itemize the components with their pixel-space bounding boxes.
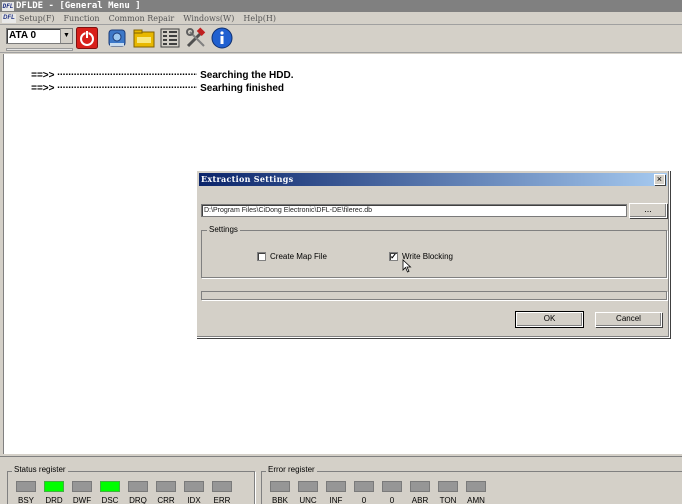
dialog-title: Extraction Settings [201, 174, 294, 184]
log-line: ==>>....................................… [31, 80, 285, 94]
menu-setup[interactable]: Setup(F) [19, 14, 55, 23]
menu-help[interactable]: Help(H) [243, 14, 276, 23]
status-register-group: Status register BSY DRD DWF DSC DRQ CRR IDX ERR [7, 465, 255, 504]
info-icon [211, 27, 233, 49]
error-led-abr [410, 481, 430, 492]
mouse-cursor-icon [402, 259, 412, 273]
status-led-bsy [16, 481, 36, 492]
status-register-legend: Status register [12, 465, 68, 474]
create-map-label: Create Map File [270, 252, 327, 261]
status-led-label: BSY [17, 496, 34, 504]
status-led-idx [184, 481, 204, 492]
status-led-drd [44, 481, 64, 492]
toolbar: ATA 0 ▼ [0, 25, 682, 53]
error-led-0 [382, 481, 402, 492]
status-led-drq [128, 481, 148, 492]
ok-button[interactable]: OK [515, 311, 584, 328]
window-title: DFLDE - [General Menu ] [16, 1, 141, 11]
write-blocking-checkbox[interactable]: ✓ [389, 252, 398, 261]
cancel-button[interactable]: Cancel [595, 312, 662, 327]
status-led-dwf [72, 481, 92, 492]
error-led-label: ABR [411, 496, 429, 504]
status-led-err [212, 481, 232, 492]
error-led-label: INF [329, 496, 343, 504]
register-status-bar: Status register BSY DRD DWF DSC DRQ CRR IDX ERR… [0, 456, 682, 504]
error-led-ton [438, 481, 458, 492]
power-button[interactable] [76, 27, 98, 49]
dialog-title-bar[interactable]: Extraction Settings × [199, 173, 667, 186]
tools-icon [186, 27, 206, 48]
status-led-label: DWF [72, 496, 92, 504]
progress-bar [201, 291, 667, 300]
error-register-group: Error register BBK UNC INF 0 0 ABR TON AMN [261, 465, 682, 504]
error-led-amn [466, 481, 486, 492]
settings-group: Settings Create Map File ✓ Write Blockin… [201, 225, 667, 278]
tools-button[interactable] [185, 27, 207, 49]
title-bar: DFL DFLDE - [General Menu ] [0, 0, 682, 12]
menu-windows[interactable]: Windows(W) [183, 14, 234, 23]
drive-select[interactable]: ATA 0 ▼ [6, 28, 73, 44]
create-map-checkbox[interactable] [257, 252, 266, 261]
disk-button[interactable] [106, 27, 128, 49]
create-map-option[interactable]: Create Map File [257, 252, 327, 261]
close-icon[interactable]: × [654, 174, 665, 185]
power-icon [76, 27, 98, 49]
status-led-dsc [100, 481, 120, 492]
error-led-unc [298, 481, 318, 492]
status-led-label: DRD [45, 496, 63, 504]
menu-logo-icon[interactable]: DFL [2, 13, 16, 23]
drive-select-value: ATA 0 [9, 30, 37, 41]
status-led-label: IDX [187, 496, 201, 504]
drive-scroll-strip [6, 48, 73, 51]
error-led-label: 0 [389, 496, 395, 504]
info-button[interactable] [211, 27, 233, 49]
menu-bar: DFL Setup(F) Function Common Repair Wind… [0, 12, 682, 25]
app-logo-icon: DFL [2, 1, 14, 11]
error-led-label: UNC [299, 496, 317, 504]
status-led-label: DSC [101, 496, 119, 504]
folder-button[interactable] [133, 27, 155, 49]
extraction-settings-dialog: Extraction Settings × D:\Program Files\C… [196, 170, 670, 338]
menu-function[interactable]: Function [64, 14, 100, 23]
path-input[interactable]: D:\Program Files\CiDong Electronic\DFL-D… [201, 204, 627, 217]
folder-icon [133, 29, 155, 48]
error-led-label: 0 [361, 496, 367, 504]
error-register-legend: Error register [266, 465, 317, 474]
list-icon [160, 28, 180, 48]
menu-common-repair[interactable]: Common Repair [109, 14, 175, 23]
error-led-label: BBK [271, 496, 288, 504]
status-led-label: CRR [157, 496, 175, 504]
error-led-bbk [270, 481, 290, 492]
browse-button[interactable]: ... [629, 203, 667, 218]
status-led-crr [156, 481, 176, 492]
status-led-label: ERR [213, 496, 231, 504]
chevron-down-icon[interactable]: ▼ [60, 29, 72, 43]
status-led-label: DRQ [129, 496, 147, 504]
error-led-label: TON [439, 496, 457, 504]
disk-icon [108, 29, 126, 47]
list-button[interactable] [159, 27, 181, 49]
write-blocking-option[interactable]: ✓ Write Blocking [389, 252, 453, 261]
error-led-0 [354, 481, 374, 492]
settings-legend: Settings [207, 225, 240, 234]
error-led-label: AMN [467, 496, 485, 504]
error-led-inf [326, 481, 346, 492]
